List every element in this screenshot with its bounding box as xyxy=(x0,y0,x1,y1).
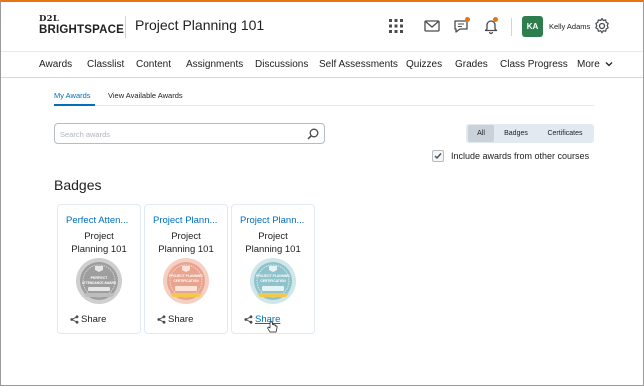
search-icon[interactable] xyxy=(306,127,320,141)
share-icon xyxy=(244,315,253,324)
badge-course: Project Planning 101 xyxy=(232,230,314,256)
mail-icon[interactable] xyxy=(422,16,442,36)
search-box xyxy=(54,123,325,144)
nav-assignments[interactable]: Assignments xyxy=(186,59,243,70)
nav-grades[interactable]: Grades xyxy=(455,59,488,70)
badge-seal-image[interactable]: PERFECT ATTENDANCE AWARD xyxy=(75,257,123,305)
include-other-courses-checkbox[interactable] xyxy=(432,150,444,162)
share-icon xyxy=(70,315,79,324)
chat-notification-dot xyxy=(465,17,470,22)
header-divider xyxy=(125,16,126,38)
top-header: D2L BRIGHTSPACE Project Planning 101 KA … xyxy=(1,2,643,52)
chevron-down-icon xyxy=(605,62,613,67)
app-window: D2L BRIGHTSPACE Project Planning 101 KA … xyxy=(0,0,644,386)
nav-discussions[interactable]: Discussions xyxy=(255,59,308,70)
badge-card[interactable]: Project Plann... Project Planning 101 PR… xyxy=(231,204,315,334)
logo-brightspace: BRIGHTSPACE xyxy=(39,24,125,36)
seal-text: CERTIFICATION xyxy=(173,279,199,283)
badge-title[interactable]: Perfect Atten... xyxy=(66,215,138,226)
seal-text: PERFECT xyxy=(91,276,109,280)
nav-class-progress[interactable]: Class Progress xyxy=(500,59,568,70)
include-other-courses-label[interactable]: Include awards from other courses xyxy=(451,151,589,161)
nav-quizzes[interactable]: Quizzes xyxy=(406,59,442,70)
share-icon xyxy=(157,315,166,324)
logo-d2l: D2L xyxy=(39,14,60,24)
share-label: Share xyxy=(168,314,194,325)
share-label: Share xyxy=(81,314,107,325)
badge-seal-image[interactable]: PROJECT PLANNING CERTIFICATION xyxy=(249,257,297,305)
seal-text: ATTENDANCE AWARD xyxy=(82,281,117,285)
active-tab-indicator xyxy=(54,104,95,106)
nav-classlist[interactable]: Classlist xyxy=(87,59,124,70)
badge-course-line: Planning 101 xyxy=(71,244,127,255)
apps-grid-icon[interactable] xyxy=(386,16,406,36)
badge-title[interactable]: Project Plann... xyxy=(240,215,312,226)
badge-course: Project Planning 101 xyxy=(58,230,140,256)
tab-my-awards[interactable]: My Awards xyxy=(54,91,91,100)
nav-more-label: More xyxy=(577,59,600,70)
tab-view-available-awards[interactable]: View Available Awards xyxy=(108,91,183,100)
filter-all-button[interactable]: All xyxy=(468,125,494,142)
nav-content[interactable]: Content xyxy=(136,59,171,70)
filter-badges-button[interactable]: Badges xyxy=(499,124,533,143)
nav-awards[interactable]: Awards xyxy=(39,59,72,70)
search-input[interactable] xyxy=(60,128,300,140)
badge-course-line: Project xyxy=(84,231,114,242)
avatar[interactable]: KA xyxy=(522,16,543,37)
user-name[interactable]: Kelly Adams xyxy=(549,22,590,31)
seal-text: CERTIFICATION xyxy=(260,279,286,283)
seal-text: PROJECT PLANNING xyxy=(169,274,203,278)
bell-icon[interactable] xyxy=(481,16,501,36)
hand-cursor-icon xyxy=(267,320,278,333)
badge-seal-image[interactable]: PROJECT PLANNING CERTIFICATION xyxy=(162,257,210,305)
badge-card[interactable]: Project Plann... Project Planning 101 PR… xyxy=(144,204,228,334)
course-title[interactable]: Project Planning 101 xyxy=(135,17,264,33)
badge-course-line: Planning 101 xyxy=(245,244,301,255)
nav-self-assessments[interactable]: Self Assessments xyxy=(319,59,398,70)
awards-tabs: My Awards View Available Awards xyxy=(54,86,594,106)
badges-heading: Badges xyxy=(54,177,102,193)
nav-more[interactable]: More xyxy=(577,59,613,70)
badge-course-line: Planning 101 xyxy=(158,244,214,255)
filter-certificates-button[interactable]: Certificates xyxy=(538,124,592,143)
chat-icon[interactable] xyxy=(452,16,472,36)
course-navbar: Awards Classlist Content Assignments Dis… xyxy=(1,53,643,78)
checkmark-icon xyxy=(434,153,442,160)
badge-course: Project Planning 101 xyxy=(145,230,227,256)
badge-course-line: Project xyxy=(258,231,288,242)
brightspace-logo[interactable]: D2L BRIGHTSPACE xyxy=(39,14,125,39)
badge-title[interactable]: Project Plann... xyxy=(153,215,225,226)
header-separator xyxy=(511,18,512,36)
bell-notification-dot xyxy=(493,17,498,22)
seal-text: PROJECT PLANNING xyxy=(256,274,290,278)
gear-icon[interactable] xyxy=(592,16,612,36)
badge-card[interactable]: Perfect Atten... Project Planning 101 PE… xyxy=(57,204,141,334)
badge-course-line: Project xyxy=(171,231,201,242)
award-type-filter: All Badges Certificates xyxy=(466,124,594,143)
